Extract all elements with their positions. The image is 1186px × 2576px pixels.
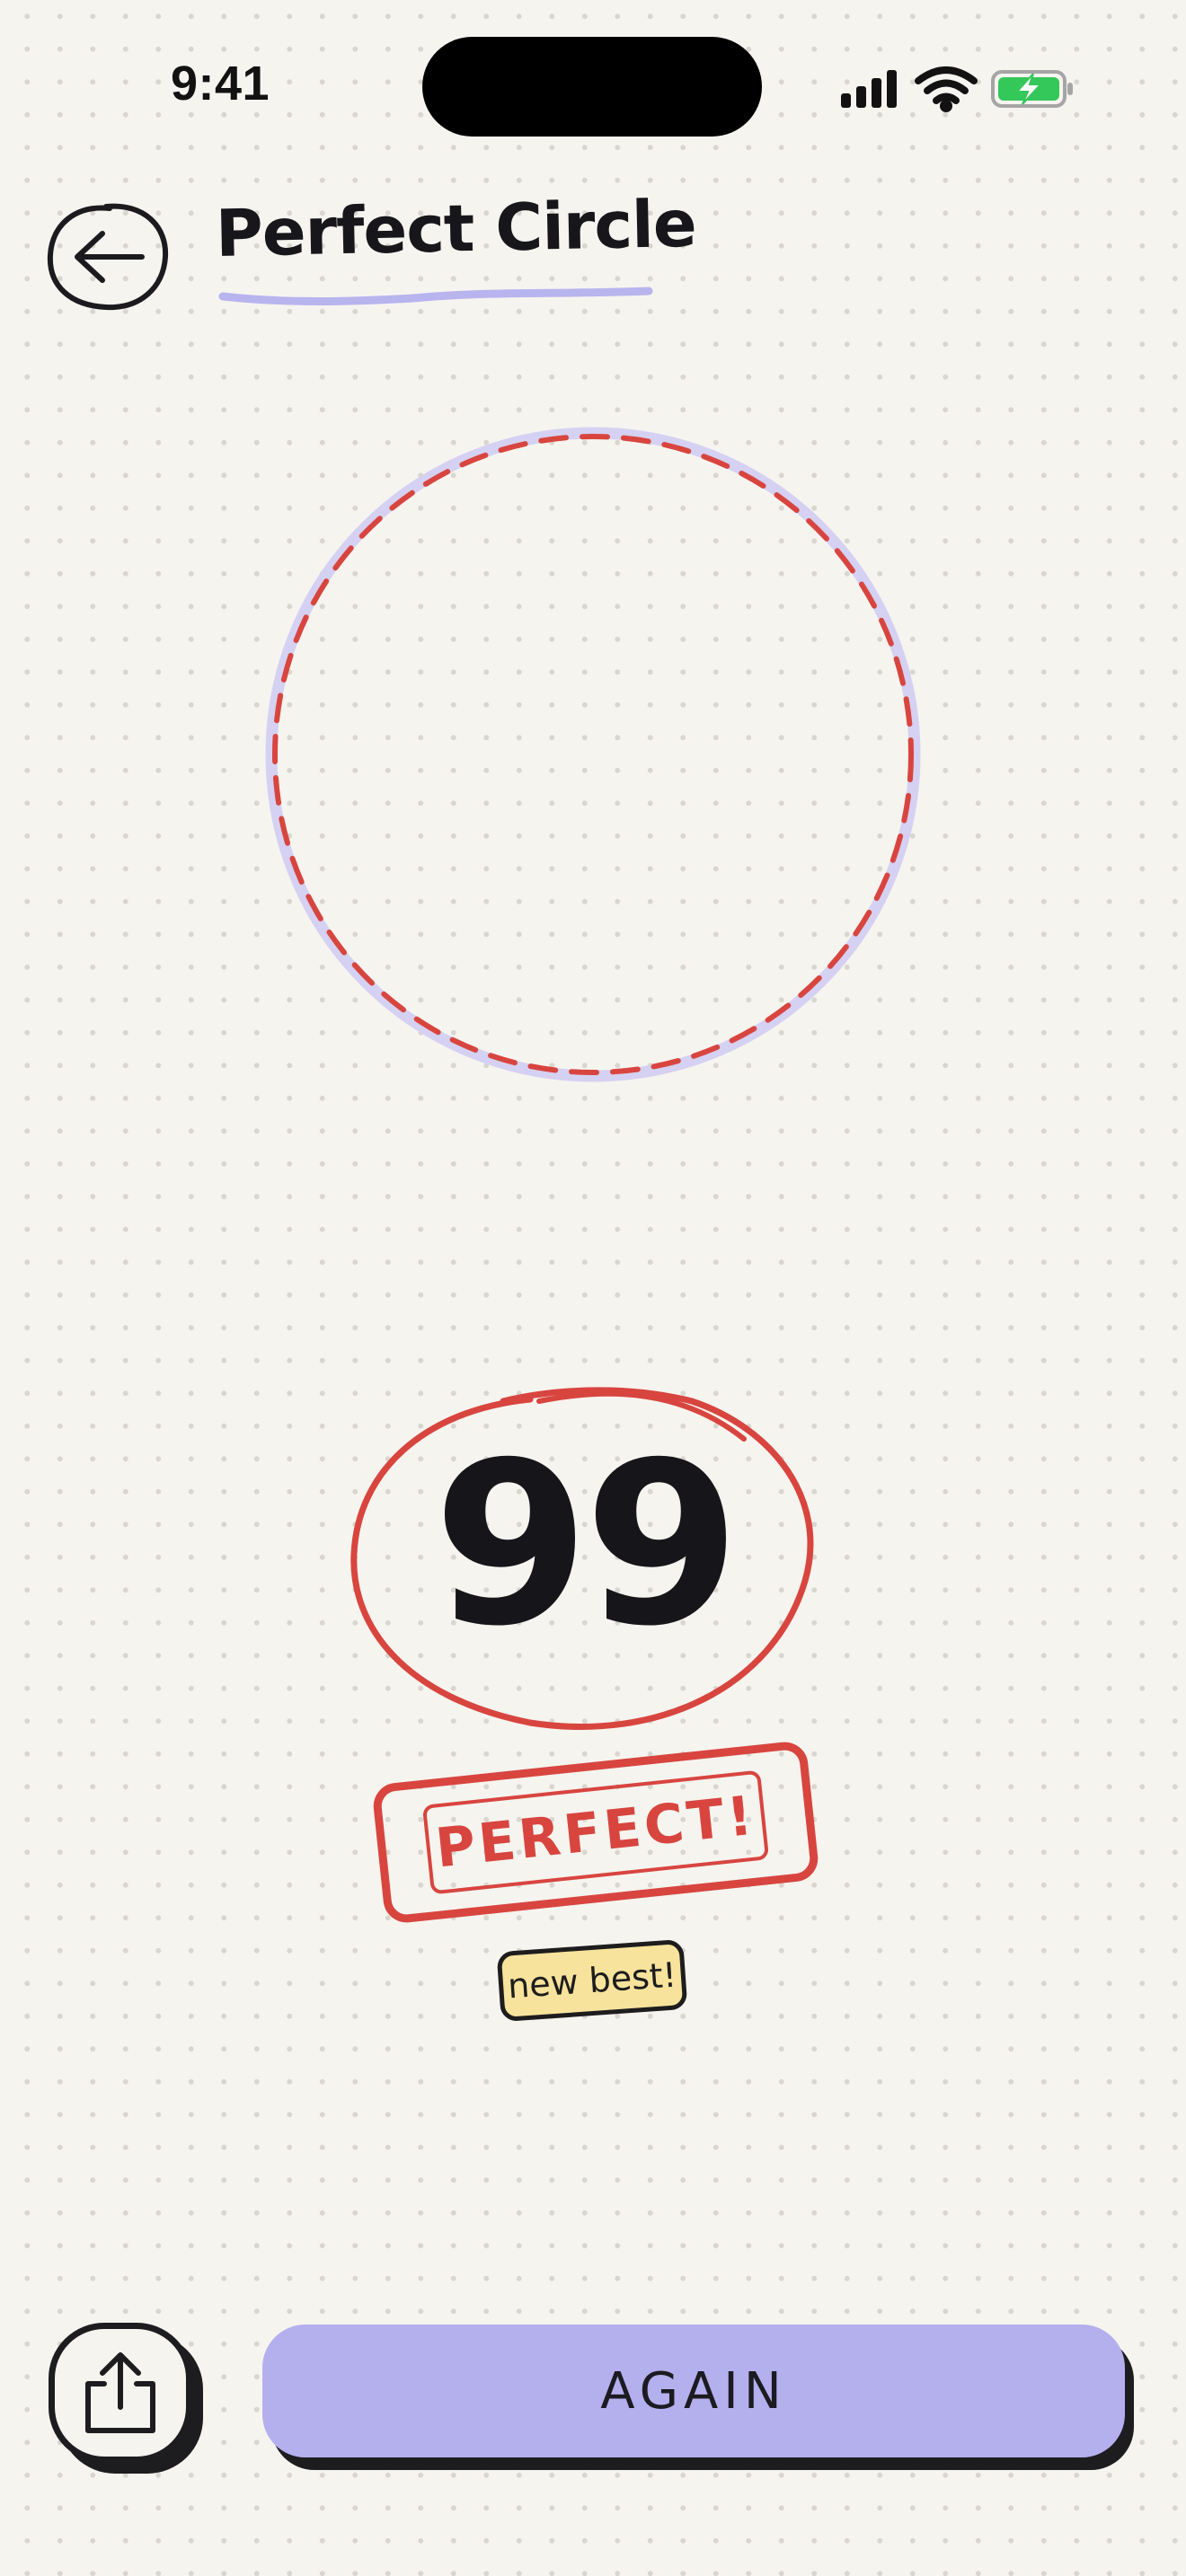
new-best-badge: new best! [496,1938,688,2023]
new-best-label: new best! [506,1954,678,2007]
status-time: 9:41 [171,57,270,110]
wifi-icon [915,66,978,112]
status-icons [836,63,1078,113]
cellular-signal-icon [841,70,897,108]
title-underline [218,287,653,305]
again-button[interactable]: AGAIN [262,2325,1125,2457]
score-value: 99 [433,1414,740,1675]
drawing-area[interactable] [252,413,934,1096]
share-icon [85,2352,155,2433]
again-label: AGAIN [600,2361,787,2421]
share-button[interactable] [49,2323,192,2463]
back-button[interactable] [43,199,174,314]
drawn-circle [272,434,914,1075]
battery-charging-icon [991,70,1073,108]
perfect-stamp: PERFECT! [371,1740,820,1925]
page-title: Perfect Circle [215,185,697,271]
dynamic-island [422,37,762,137]
arrow-left-icon [47,203,169,311]
